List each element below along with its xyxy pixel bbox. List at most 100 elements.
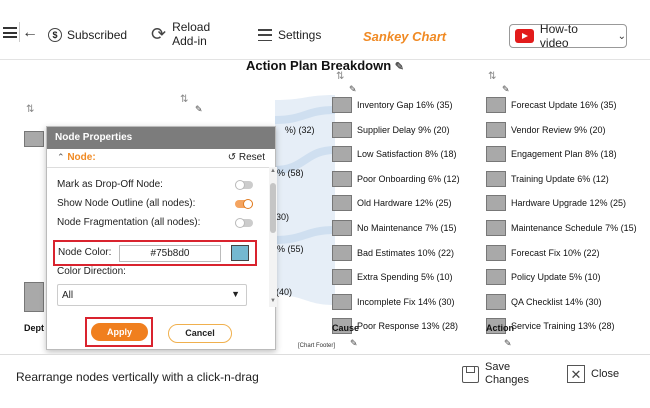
chevron-down-icon: ⌄ bbox=[617, 30, 626, 42]
sankey-node-dept[interactable] bbox=[24, 131, 44, 147]
close-icon: ✕ bbox=[567, 365, 585, 383]
sankey-node[interactable] bbox=[332, 293, 352, 310]
sankey-node-label: Hardware Upgrade 12% (25) bbox=[511, 198, 627, 209]
sankey-node-label: Engagement Plan 8% (18) bbox=[511, 149, 617, 160]
chart-title[interactable]: Action Plan Breakdown bbox=[246, 58, 391, 73]
chevron-up-icon: ⌃ bbox=[57, 151, 65, 162]
sankey-node[interactable] bbox=[332, 170, 352, 187]
sankey-node[interactable] bbox=[332, 269, 352, 286]
settings-button[interactable]: Settings bbox=[258, 28, 321, 42]
close-button[interactable]: ✕ Close bbox=[567, 365, 619, 383]
fragmentation-label: Node Fragmentation (all nodes): bbox=[57, 217, 201, 228]
sankey-node-label: Forecast Update 16% (35) bbox=[511, 100, 617, 110]
toolbar: ← $ Subscribed ⟳ Reload Add-in Settings … bbox=[0, 0, 650, 60]
node-properties-dialog: Node Properties ⌃ Node: ↺ Reset Mark as … bbox=[46, 126, 277, 350]
sankey-node[interactable] bbox=[486, 220, 506, 236]
edit-title-pencil-icon[interactable]: ✎ bbox=[395, 61, 404, 73]
sankey-node-dept[interactable] bbox=[24, 282, 44, 312]
edit-pencil-icon[interactable]: ✎ bbox=[350, 338, 358, 349]
scroll-down-icon[interactable]: ▼ bbox=[270, 298, 276, 304]
sankey-node[interactable] bbox=[486, 244, 506, 261]
save-icon bbox=[462, 365, 479, 383]
outline-toggle[interactable] bbox=[235, 199, 253, 209]
back-arrow-icon[interactable]: ← bbox=[22, 24, 38, 42]
axis-label-cause: Cause bbox=[332, 323, 360, 333]
sankey-node-label: Extra Spending 5% (10) bbox=[357, 272, 453, 283]
sankey-node-label: Poor Response 13% (28) bbox=[357, 321, 459, 332]
sankey-node[interactable] bbox=[332, 121, 352, 138]
sankey-node-label: Poor Onboarding 6% (12) bbox=[357, 173, 460, 184]
subscribed-label: Subscribed bbox=[67, 28, 128, 42]
hint-text: Rearrange nodes vertically with a click-… bbox=[16, 370, 259, 384]
howto-label: How-to video bbox=[539, 22, 578, 50]
node-label-partial: (40) bbox=[276, 287, 293, 297]
reset-icon: ↺ bbox=[227, 151, 237, 163]
hamburger-menu-icon[interactable] bbox=[3, 27, 17, 38]
drop-off-toggle[interactable] bbox=[235, 180, 253, 190]
fragmentation-toggle[interactable] bbox=[235, 218, 253, 228]
scrollbar-thumb[interactable] bbox=[270, 183, 276, 233]
save-changes-button[interactable]: Save Changes bbox=[462, 361, 535, 387]
node-color-input[interactable]: #75b8d0 bbox=[119, 245, 221, 262]
sankey-node[interactable] bbox=[486, 97, 506, 113]
axis-label-action: Action bbox=[486, 323, 514, 333]
youtube-icon bbox=[515, 29, 534, 43]
sankey-flows bbox=[275, 95, 335, 305]
sankey-node-label: Incomplete Fix 14% (30) bbox=[357, 296, 455, 307]
dialog-body: Mark as Drop-Off Node: Show Node Outline… bbox=[47, 167, 269, 307]
chevron-down-icon: ▼ bbox=[231, 289, 240, 299]
sankey-node[interactable] bbox=[486, 121, 506, 138]
sankey-node-label: Bad Estimates 10% (22) bbox=[357, 247, 455, 258]
reset-label: Reset bbox=[238, 151, 265, 163]
scroll-up-icon[interactable]: ▲ bbox=[270, 168, 276, 174]
sankey-node-label: Inventory Gap 16% (35) bbox=[357, 100, 453, 110]
sort-icon[interactable]: ⇅ bbox=[180, 94, 188, 105]
node-color-swatch[interactable] bbox=[231, 245, 249, 261]
sankey-node[interactable] bbox=[486, 146, 506, 163]
close-label: Close bbox=[591, 368, 620, 380]
node-section-header[interactable]: ⌃ Node: bbox=[57, 152, 96, 163]
edit-pencil-icon[interactable]: ✎ bbox=[502, 84, 510, 95]
sankey-node[interactable] bbox=[332, 146, 352, 163]
dialog-node-section: ⌃ Node: ↺ Reset bbox=[47, 149, 275, 165]
axis-label-dept: Dept bbox=[24, 323, 44, 333]
sort-icon[interactable]: ⇅ bbox=[26, 104, 34, 115]
drop-off-label: Mark as Drop-Off Node: bbox=[57, 179, 163, 190]
edit-pencil-icon[interactable]: ✎ bbox=[195, 104, 203, 115]
reset-button[interactable]: ↺ Reset bbox=[228, 152, 265, 163]
node-section-title: Node: bbox=[67, 151, 96, 163]
sankey-node[interactable] bbox=[486, 269, 506, 286]
color-direction-select[interactable]: All ▼ bbox=[57, 284, 247, 306]
sankey-node[interactable] bbox=[332, 97, 352, 113]
sort-icon[interactable]: ⇅ bbox=[336, 71, 344, 82]
toolbar-divider bbox=[19, 22, 20, 42]
node-color-row: Node Color: #75b8d0 bbox=[53, 240, 257, 266]
chart-footer[interactable]: [Chart Footer] bbox=[298, 343, 335, 349]
settings-sliders-icon bbox=[258, 29, 272, 41]
edit-pencil-icon[interactable]: ✎ bbox=[349, 84, 357, 95]
sort-icon[interactable]: ⇅ bbox=[488, 71, 496, 82]
sankey-node-label: Forecast Fix 10% (22) bbox=[511, 247, 600, 258]
sankey-node[interactable] bbox=[332, 195, 352, 212]
sankey-node[interactable] bbox=[486, 195, 506, 212]
node-label-partial: %) (32) bbox=[285, 125, 315, 135]
subscribed-button[interactable]: $ Subscribed bbox=[48, 28, 127, 42]
sankey-node[interactable] bbox=[486, 170, 506, 187]
dollar-icon: $ bbox=[48, 28, 62, 42]
node-label-partial: % (58) bbox=[277, 168, 304, 178]
reload-icon: ⟳ bbox=[151, 23, 167, 44]
howto-video-dropdown[interactable]: How-to video ⌄ bbox=[509, 22, 627, 50]
sankey-node[interactable] bbox=[332, 220, 352, 236]
sankey-node-label: No Maintenance 7% (15) bbox=[357, 223, 457, 233]
apply-button[interactable]: Apply bbox=[91, 323, 148, 341]
sankey-node[interactable] bbox=[486, 293, 506, 310]
edit-pencil-icon[interactable]: ✎ bbox=[504, 338, 512, 349]
sankey-node-label: Vendor Review 9% (20) bbox=[511, 124, 606, 135]
apply-highlight: Apply bbox=[85, 317, 153, 347]
sankey-node[interactable] bbox=[332, 244, 352, 261]
sankey-node-label: Supplier Delay 9% (20) bbox=[357, 124, 450, 135]
cancel-button[interactable]: Cancel bbox=[168, 324, 232, 343]
reload-addin-button[interactable]: ⟳ Reload Add-in bbox=[151, 20, 220, 48]
dialog-scrollbar[interactable]: ▲ ▼ bbox=[269, 167, 277, 307]
settings-label: Settings bbox=[278, 28, 322, 42]
